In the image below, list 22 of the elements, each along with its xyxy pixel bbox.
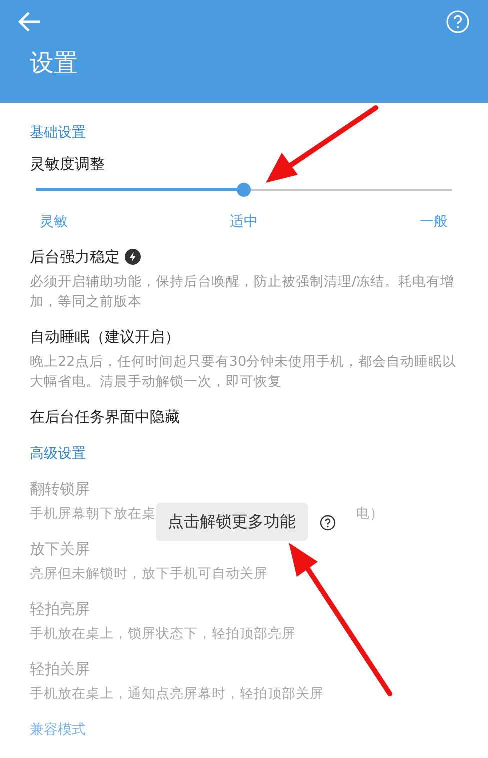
setting-description: 晚上22点后，任何时间起只要有30分钟未使用手机，都会自动睡眠以大幅省电。清晨手动解锁一次，即可恢复 — [30, 353, 458, 392]
setting-description: 电） — [356, 505, 384, 524]
section-header: 兼容模式 — [30, 721, 87, 740]
slider-label: 适中 — [230, 213, 258, 232]
slider-label: 一般 — [420, 213, 448, 232]
sensitivity-slider[interactable] — [36, 182, 452, 198]
setting-description: 手机放在桌上，通知点亮屏幕时，轻拍顶部关屏 — [30, 685, 325, 704]
setting-description: 手机放在桌上，锁屏状态下，轻拍顶部亮屏 — [30, 625, 297, 644]
setting-description: 亮屏但未解锁时，放下手机可自动关屏 — [30, 565, 269, 584]
setting-description: 手机屏幕朝下放在桌 — [30, 505, 156, 524]
back-icon[interactable] — [18, 11, 42, 33]
page-title: 设置 — [29, 48, 79, 78]
setting-title[interactable]: 在后台任务界面中隐藏 — [30, 406, 180, 428]
setting-description: 必须开启辅助功能，保持后台唤醒，防止被强制清理/冻结。耗电有增加，等同之前版本 — [30, 273, 456, 312]
help-icon[interactable] — [320, 515, 336, 531]
setting-title[interactable]: 自动睡眠（建议开启） — [30, 326, 180, 348]
setting-title[interactable]: 后台强力稳定 — [30, 246, 120, 268]
slider-label: 灵敏 — [40, 213, 68, 232]
section-header: 高级设置 — [30, 445, 87, 464]
setting-title: 灵敏度调整 — [30, 154, 106, 174]
section-header: 基础设置 — [30, 124, 87, 143]
unlock-toast[interactable]: 点击解锁更多功能 — [156, 503, 308, 541]
